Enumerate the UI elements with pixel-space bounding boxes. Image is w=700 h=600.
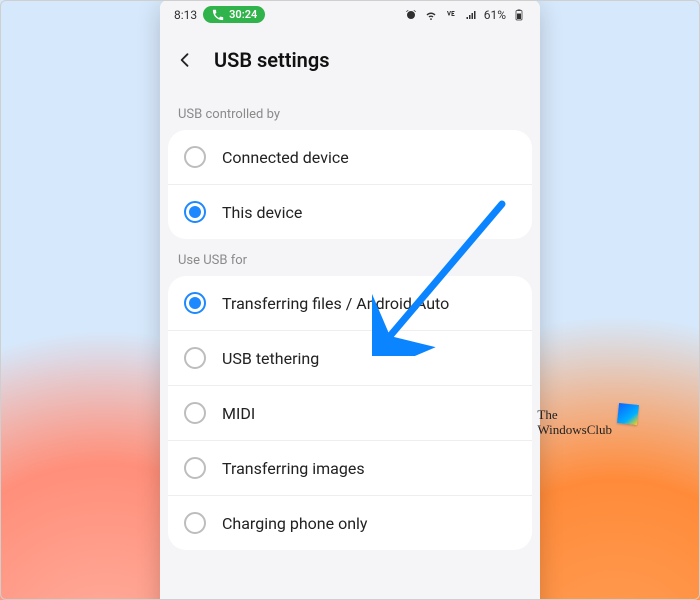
section-label-controlled-by: USB controlled by <box>160 93 540 130</box>
battery-icon <box>512 9 526 21</box>
alarm-icon <box>404 9 418 21</box>
section-label-use-for: Use USB for <box>160 239 540 276</box>
phone-screen: 8:13 30:24 61% USB settings USB controll… <box>160 0 540 600</box>
option-label: Transferring files / Android Auto <box>222 294 449 313</box>
call-duration: 30:24 <box>229 8 257 21</box>
option-usb-tethering[interactable]: USB tethering <box>168 331 532 386</box>
option-midi[interactable]: MIDI <box>168 386 532 441</box>
option-label: Transferring images <box>222 459 365 478</box>
radio-icon <box>184 402 206 424</box>
page-title: USB settings <box>214 48 330 72</box>
watermark-line1: The <box>537 408 612 423</box>
status-time: 8:13 <box>174 8 197 22</box>
radio-icon <box>184 457 206 479</box>
battery-percentage: 61% <box>484 8 506 22</box>
option-label: This device <box>222 203 302 222</box>
back-button[interactable] <box>170 45 200 75</box>
watermark-text: The WindowsClub <box>537 408 612 438</box>
option-charging-only[interactable]: Charging phone only <box>168 496 532 550</box>
list-controlled-by: Connected device This device <box>168 130 532 239</box>
watermark-line2: WindowsClub <box>537 423 612 438</box>
option-label: USB tethering <box>222 349 319 368</box>
radio-icon <box>184 292 206 314</box>
option-transferring-files[interactable]: Transferring files / Android Auto <box>168 276 532 331</box>
radio-icon <box>184 347 206 369</box>
option-transferring-images[interactable]: Transferring images <box>168 441 532 496</box>
page-header: USB settings <box>160 27 540 93</box>
option-this-device[interactable]: This device <box>168 185 532 239</box>
status-bar: 8:13 30:24 61% <box>160 0 540 27</box>
phone-icon <box>211 9 225 21</box>
option-label: Charging phone only <box>222 514 368 533</box>
volte-icon <box>444 9 458 21</box>
option-label: Connected device <box>222 148 349 167</box>
signal-icon <box>464 9 478 21</box>
radio-icon <box>184 512 206 534</box>
list-use-for: Transferring files / Android Auto USB te… <box>168 276 532 550</box>
chevron-left-icon <box>175 50 195 70</box>
option-label: MIDI <box>222 404 255 423</box>
option-connected-device[interactable]: Connected device <box>168 130 532 185</box>
radio-icon <box>184 146 206 168</box>
wifi-icon <box>424 9 438 21</box>
radio-icon <box>184 201 206 223</box>
watermark-logo-icon <box>617 403 639 425</box>
ongoing-call-pill[interactable]: 30:24 <box>203 6 265 23</box>
